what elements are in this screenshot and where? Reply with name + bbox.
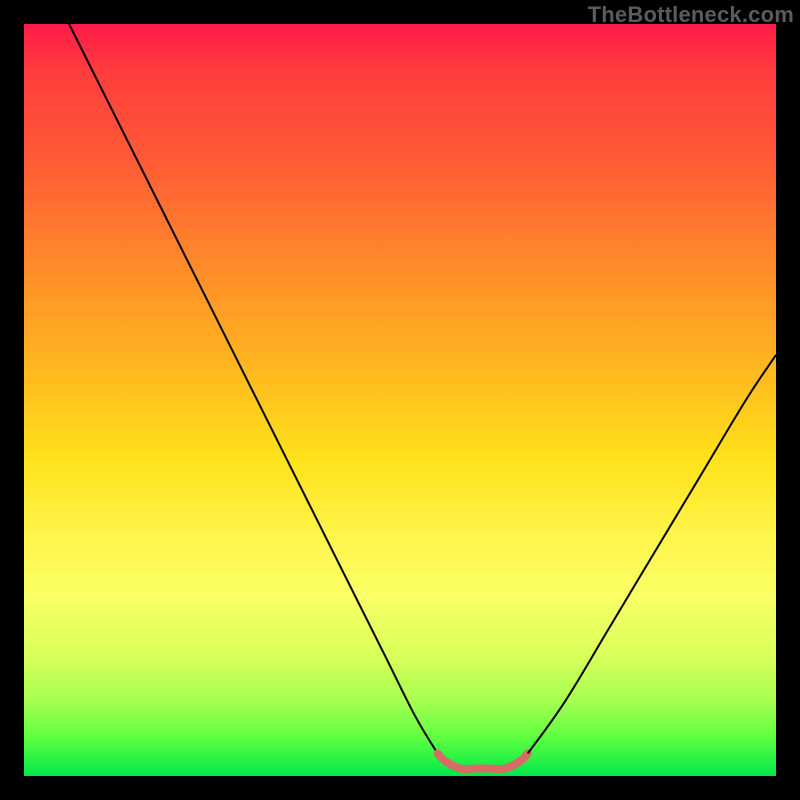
bottleneck-curve-left: [69, 24, 438, 753]
series-group: [69, 24, 776, 769]
chart-svg: [24, 24, 776, 776]
bottleneck-valley: [438, 753, 528, 769]
chart-frame: [24, 24, 776, 776]
bottleneck-curve-right: [528, 355, 776, 754]
